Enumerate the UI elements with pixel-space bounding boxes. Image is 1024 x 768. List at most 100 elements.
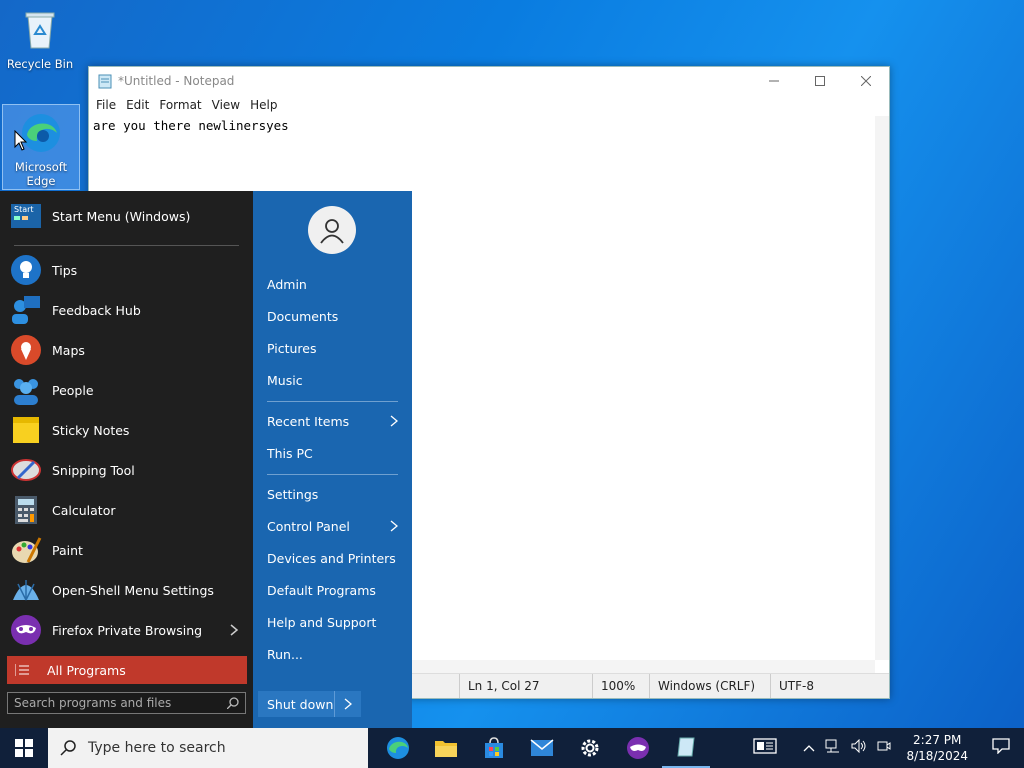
start-search-input[interactable]: Search programs and files (7, 692, 246, 714)
pinned-label: Open-Shell Menu Settings (52, 582, 214, 598)
calculator-icon (15, 496, 37, 524)
camera-icon (877, 741, 891, 751)
user-icon (320, 219, 344, 244)
chevron-right-icon (230, 624, 239, 636)
pinned-label: Firefox Private Browsing (52, 622, 203, 638)
minimize-button[interactable] (751, 67, 797, 95)
pinned-maps[interactable]: Maps (0, 330, 253, 370)
clock[interactable]: 2:27 PM 8/18/2024 (896, 732, 978, 764)
start-menu-header-label: Start Menu (Windows) (52, 208, 191, 224)
news-widget[interactable] (748, 738, 782, 758)
status-line-ending: Windows (CRLF) (649, 674, 770, 698)
right-item-this-pc[interactable]: This PC (267, 441, 398, 465)
pinned-sticky-notes[interactable]: Sticky Notes (0, 410, 253, 450)
meet-now-button[interactable] (872, 739, 896, 757)
maximize-icon (815, 76, 825, 86)
taskbar-settings[interactable] (566, 728, 614, 768)
all-programs-label: All Programs (47, 662, 126, 678)
taskbar-mail[interactable] (518, 728, 566, 768)
status-zoom: 100% (592, 674, 649, 698)
windows-logo-icon (15, 739, 33, 757)
menu-edit[interactable]: Edit (121, 98, 154, 112)
menu-view[interactable]: View (207, 98, 245, 112)
recycle-bin-desktop-icon[interactable]: Recycle Bin (2, 2, 78, 71)
pinned-firefox-private[interactable]: Firefox Private Browsing (0, 610, 253, 650)
paint-palette-icon (12, 537, 42, 563)
divider (267, 474, 398, 475)
user-avatar[interactable] (308, 206, 356, 254)
pinned-snipping-tool[interactable]: Snipping Tool (0, 450, 253, 490)
notifications-button[interactable] (978, 738, 1024, 758)
right-item-music[interactable]: Music (267, 368, 398, 392)
start-button[interactable] (0, 728, 48, 768)
network-button[interactable] (820, 739, 846, 757)
status-position: Ln 1, Col 27 (459, 674, 592, 698)
shutdown-options-button[interactable] (334, 691, 361, 717)
right-item-documents[interactable]: Documents (267, 304, 398, 328)
feedback-hub-icon (12, 296, 40, 324)
people-icon (14, 379, 38, 405)
start-menu-header[interactable]: Start Start Menu (Windows) (0, 191, 253, 241)
pinned-open-shell-settings[interactable]: Open-Shell Menu Settings (0, 570, 253, 610)
pinned-feedback-hub[interactable]: Feedback Hub (0, 290, 253, 330)
map-pin-icon (11, 335, 41, 365)
right-item-label: This PC (267, 445, 313, 461)
system-tray: 2:27 PM 8/18/2024 (748, 728, 1024, 768)
gear-icon (581, 739, 599, 757)
pinned-tips[interactable]: Tips (0, 250, 253, 290)
firefox-private-icon (11, 615, 41, 645)
pinned-paint[interactable]: Paint (0, 530, 253, 570)
notepad-title-bar[interactable]: *Untitled - Notepad (89, 67, 889, 95)
vertical-scrollbar[interactable] (875, 116, 889, 660)
notepad-menu-bar: File Edit Format View Help (89, 95, 889, 115)
right-item-default-programs[interactable]: Default Programs (267, 578, 398, 602)
right-item-settings[interactable]: Settings (267, 482, 398, 506)
right-item-label: Help and Support (267, 614, 377, 630)
start-menu-app-icon: Start (11, 204, 41, 228)
folder-icon (435, 741, 457, 757)
taskbar-search-placeholder: Type here to search (88, 740, 226, 756)
edge-label: Microsoft Edge (14, 160, 68, 188)
menu-file[interactable]: File (91, 98, 121, 112)
shutdown-button[interactable]: Shut down (258, 697, 334, 712)
right-item-help-support[interactable]: Help and Support (267, 610, 398, 634)
right-item-label: Music (267, 372, 303, 388)
network-icon (825, 739, 840, 753)
taskbar-file-explorer[interactable] (422, 728, 470, 768)
store-bag-icon (485, 737, 503, 758)
pinned-label: People (52, 382, 94, 398)
tray-overflow-button[interactable] (798, 741, 820, 756)
right-item-run[interactable]: Run... (267, 642, 398, 666)
right-item-recent-items[interactable]: Recent Items (267, 409, 398, 433)
right-item-admin[interactable]: Admin (267, 272, 398, 296)
start-menu-left-pane: Start Start Menu (Windows) Tips Feedback… (0, 191, 253, 728)
right-item-label: Devices and Printers (267, 550, 396, 566)
right-item-pictures[interactable]: Pictures (267, 336, 398, 360)
search-icon (60, 740, 76, 756)
menu-help[interactable]: Help (245, 98, 282, 112)
pinned-calculator[interactable]: Calculator (0, 490, 253, 530)
taskbar-firefox-private[interactable] (614, 728, 662, 768)
volume-button[interactable] (846, 738, 872, 757)
pinned-label: Calculator (52, 502, 116, 518)
sticky-note-icon (13, 417, 39, 443)
right-item-control-panel[interactable]: Control Panel (267, 514, 398, 538)
taskbar-notepad[interactable] (662, 728, 710, 768)
right-item-label: Pictures (267, 340, 317, 356)
menu-format[interactable]: Format (154, 98, 206, 112)
all-programs-button[interactable]: All Programs (7, 656, 247, 684)
maximize-button[interactable] (797, 67, 843, 95)
taskbar-edge[interactable] (374, 728, 422, 768)
right-item-devices-printers[interactable]: Devices and Printers (267, 546, 398, 570)
start-search-placeholder: Search programs and files (14, 696, 172, 710)
taskbar-search-box[interactable]: Type here to search (48, 728, 368, 768)
pinned-people[interactable]: People (0, 370, 253, 410)
clock-date: 8/18/2024 (906, 749, 968, 763)
mail-icon (530, 739, 554, 756)
close-button[interactable] (843, 67, 889, 95)
minimize-icon (769, 80, 779, 82)
scissors-icon (11, 459, 41, 481)
chevron-right-icon (390, 415, 398, 427)
notepad-title: *Untitled - Notepad (118, 74, 235, 88)
taskbar-store[interactable] (470, 728, 518, 768)
